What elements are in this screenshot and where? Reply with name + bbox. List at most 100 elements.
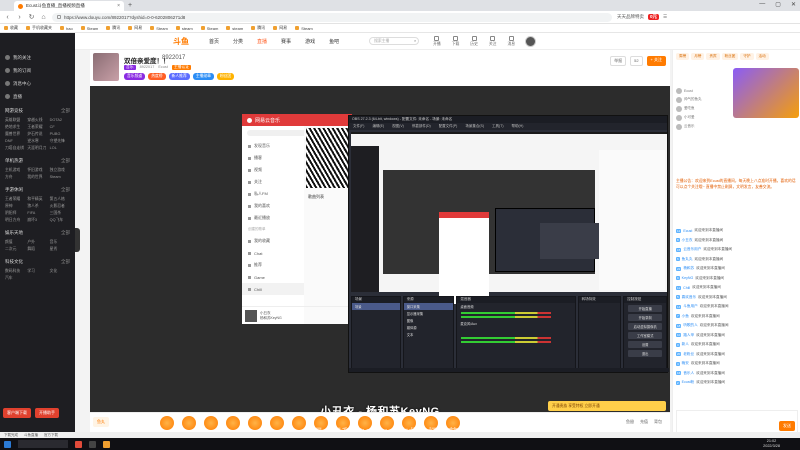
sidebar-category-link[interactable]: 音乐 bbox=[50, 240, 70, 245]
browser-taskbar-icon[interactable] bbox=[103, 440, 110, 448]
nav-item[interactable]: 分类 bbox=[233, 38, 243, 45]
bookmark-item[interactable]: 收藏 bbox=[4, 25, 18, 31]
user-avatar[interactable] bbox=[525, 35, 537, 47]
chat-username[interactable]: 听歌的人 bbox=[683, 323, 697, 328]
promo-text[interactable]: 天天品牌特卖 bbox=[617, 14, 644, 20]
sidebar-category-link[interactable]: 方舟 bbox=[5, 175, 25, 180]
sidebar-category-link[interactable]: QQ飞车 bbox=[50, 218, 70, 223]
stream-assistant-button[interactable]: 开播助手 bbox=[35, 408, 59, 418]
sidebar-category-link[interactable]: 第五人格 bbox=[50, 197, 70, 202]
bookmark-item[interactable]: Steam bbox=[150, 26, 168, 31]
header-icon-button[interactable]: 消息 bbox=[507, 35, 515, 47]
sidebar-category-link[interactable]: 王者荣耀 bbox=[27, 125, 47, 130]
sidebar-category-link[interactable]: 王者荣耀 bbox=[5, 197, 25, 202]
sidebar-section-more[interactable]: 全部 bbox=[61, 187, 70, 193]
client-download-button[interactable]: 客户端下载 bbox=[3, 408, 31, 418]
url-field[interactable]: https://www.douyu.com/8922017?dyshid=0-0… bbox=[52, 12, 612, 22]
sidebar-item[interactable]: 我的关注 bbox=[0, 51, 75, 64]
sidebar-category-link[interactable]: 英雄联盟 bbox=[5, 118, 25, 123]
sidebar-category-link[interactable]: 和平精英 bbox=[27, 197, 47, 202]
sidebar-category-link[interactable]: DNF bbox=[5, 139, 25, 144]
nav-item[interactable]: 直播 bbox=[257, 38, 267, 45]
sidebar-category-link[interactable]: 怀旧游戏 bbox=[27, 168, 47, 173]
taskbar-search[interactable] bbox=[18, 440, 68, 448]
sidebar-category-link[interactable]: 刀塔自走棋 bbox=[5, 146, 25, 151]
sidebar-category-link[interactable]: 天涯明月刀 bbox=[27, 146, 47, 151]
streamer-badge[interactable]: 粉丝团 bbox=[216, 73, 235, 80]
minimize-icon[interactable]: — bbox=[759, 1, 765, 8]
streamer-badge[interactable]: 热度榜 bbox=[148, 73, 166, 80]
sidebar-category-link[interactable]: 主机游戏 bbox=[5, 168, 25, 173]
sidebar-category-link[interactable]: 魔兽世界 bbox=[5, 132, 25, 137]
chat-username[interactable]: 路人甲 bbox=[683, 333, 694, 338]
activity-ad[interactable] bbox=[733, 68, 799, 118]
sidebar-category-link[interactable]: 户外 bbox=[27, 240, 47, 245]
netease-taskbar-icon[interactable] bbox=[75, 440, 82, 448]
sidebar-collapse-handle[interactable] bbox=[75, 228, 80, 252]
sidebar-category-link[interactable]: 绝地求生 bbox=[5, 125, 25, 130]
clock[interactable]: 21:02 2022/3/28 bbox=[763, 439, 780, 449]
nav-item[interactable]: 鱼吧 bbox=[329, 38, 339, 45]
nav-item[interactable]: 首页 bbox=[209, 38, 219, 45]
sidebar-category-link[interactable]: 舞蹈 bbox=[27, 247, 47, 252]
sidebar-category-link[interactable]: Steam bbox=[50, 175, 70, 180]
rank-tab[interactable]: 月榜 bbox=[691, 53, 705, 60]
chat-username[interactable]: 云音乐用户 bbox=[683, 247, 701, 252]
maximize-icon[interactable]: ▢ bbox=[775, 1, 781, 8]
meta-name[interactable]: Ecust bbox=[158, 65, 168, 70]
sidebar-category-link[interactable]: 原神 bbox=[5, 204, 25, 209]
bookmark-item[interactable]: 腾讯 bbox=[251, 25, 265, 31]
sidebar-category-link[interactable]: 炉石传说 bbox=[27, 132, 47, 137]
header-icon-button[interactable]: 关注 bbox=[489, 35, 496, 47]
sidebar-category-link[interactable]: 火影忍者 bbox=[50, 204, 70, 209]
sidebar-section-more[interactable]: 全部 bbox=[61, 230, 70, 236]
chat-username[interactable]: Ecust bbox=[683, 229, 692, 233]
bookmark-item[interactable]: 腾讯 bbox=[106, 25, 120, 31]
rank-tab[interactable]: 活动 bbox=[755, 53, 769, 60]
bookmark-item[interactable]: Steam bbox=[200, 26, 218, 31]
rank-tab[interactable]: 粉丝团 bbox=[721, 53, 739, 60]
bookmark-item[interactable]: steam bbox=[175, 26, 193, 31]
rank-row[interactable]: 帅气的鱼丸 bbox=[676, 95, 732, 104]
bookmark-item[interactable]: 手机收藏夹 bbox=[26, 25, 52, 31]
streamer-badge[interactable]: 新人推荐 bbox=[168, 73, 190, 80]
sidebar-category-link[interactable]: FIFA bbox=[27, 211, 47, 216]
sidebar-category-link[interactable]: 狼人杀 bbox=[27, 204, 47, 209]
follow-button[interactable]: + 关注 bbox=[646, 56, 666, 66]
chat-username[interactable]: 斗鱼用户 bbox=[683, 304, 697, 309]
send-button[interactable]: 发送 bbox=[779, 421, 795, 431]
category-tag[interactable]: 音乐 bbox=[124, 65, 136, 70]
sidebar-category-link[interactable]: 阴阳师 bbox=[5, 211, 25, 216]
header-icon-button[interactable]: 下载 bbox=[452, 35, 459, 47]
sidebar-category-link[interactable]: DOTA2 bbox=[50, 118, 70, 123]
chat-username[interactable]: 杨和苏 bbox=[683, 266, 694, 271]
rank-row[interactable]: 云音乐 bbox=[676, 122, 732, 131]
sidebar-category-link[interactable]: 学习 bbox=[27, 269, 47, 274]
rank-tab[interactable]: 周榜 bbox=[676, 53, 690, 60]
bookmark-item[interactable]: hao bbox=[60, 26, 73, 31]
new-tab-icon[interactable]: + bbox=[128, 2, 132, 9]
home-icon[interactable]: ⌂ bbox=[40, 14, 47, 21]
scene-item[interactable]: 场景 bbox=[352, 303, 400, 310]
chat-username[interactable]: KeyNG bbox=[682, 276, 694, 280]
sidebar-category-link[interactable]: 穿越火线 bbox=[27, 118, 47, 123]
sidebar-category-link[interactable]: 崩坏3 bbox=[27, 218, 47, 223]
noble-banner[interactable]: 开通贵族 享受特权 立即开通 bbox=[548, 401, 666, 411]
promo-badge[interactable]: 0元 bbox=[648, 14, 660, 20]
sidebar-category-link[interactable]: 独立游戏 bbox=[50, 168, 70, 173]
chat-username[interactable]: Ecust粉 bbox=[682, 380, 695, 385]
rank-tab[interactable]: 守护 bbox=[740, 53, 754, 60]
extension-icon[interactable]: ☰ bbox=[663, 14, 667, 20]
rank-row[interactable]: 爱吃鱼 bbox=[676, 104, 732, 113]
header-icon-button[interactable]: 开播 bbox=[433, 35, 441, 47]
sidebar-category-link[interactable]: 明日方舟 bbox=[5, 218, 25, 223]
chat-input[interactable]: 发送 bbox=[676, 410, 798, 434]
sidebar-category-link[interactable]: PUBG bbox=[50, 132, 70, 137]
sidebar-category-link[interactable]: 数码科技 bbox=[5, 269, 25, 274]
chat-username[interactable]: 喜欢音乐 bbox=[682, 295, 696, 300]
forward-icon[interactable]: › bbox=[16, 14, 23, 21]
browser-tab[interactable]: Ecust斗鱼直播_直播视频直播 × bbox=[14, 1, 124, 11]
search-input[interactable]: 搜索主播 ⌕ bbox=[369, 37, 420, 45]
streamer-badge[interactable]: 主播勋章 bbox=[192, 73, 214, 80]
sidebar-category-link[interactable]: 二次元 bbox=[5, 247, 25, 252]
